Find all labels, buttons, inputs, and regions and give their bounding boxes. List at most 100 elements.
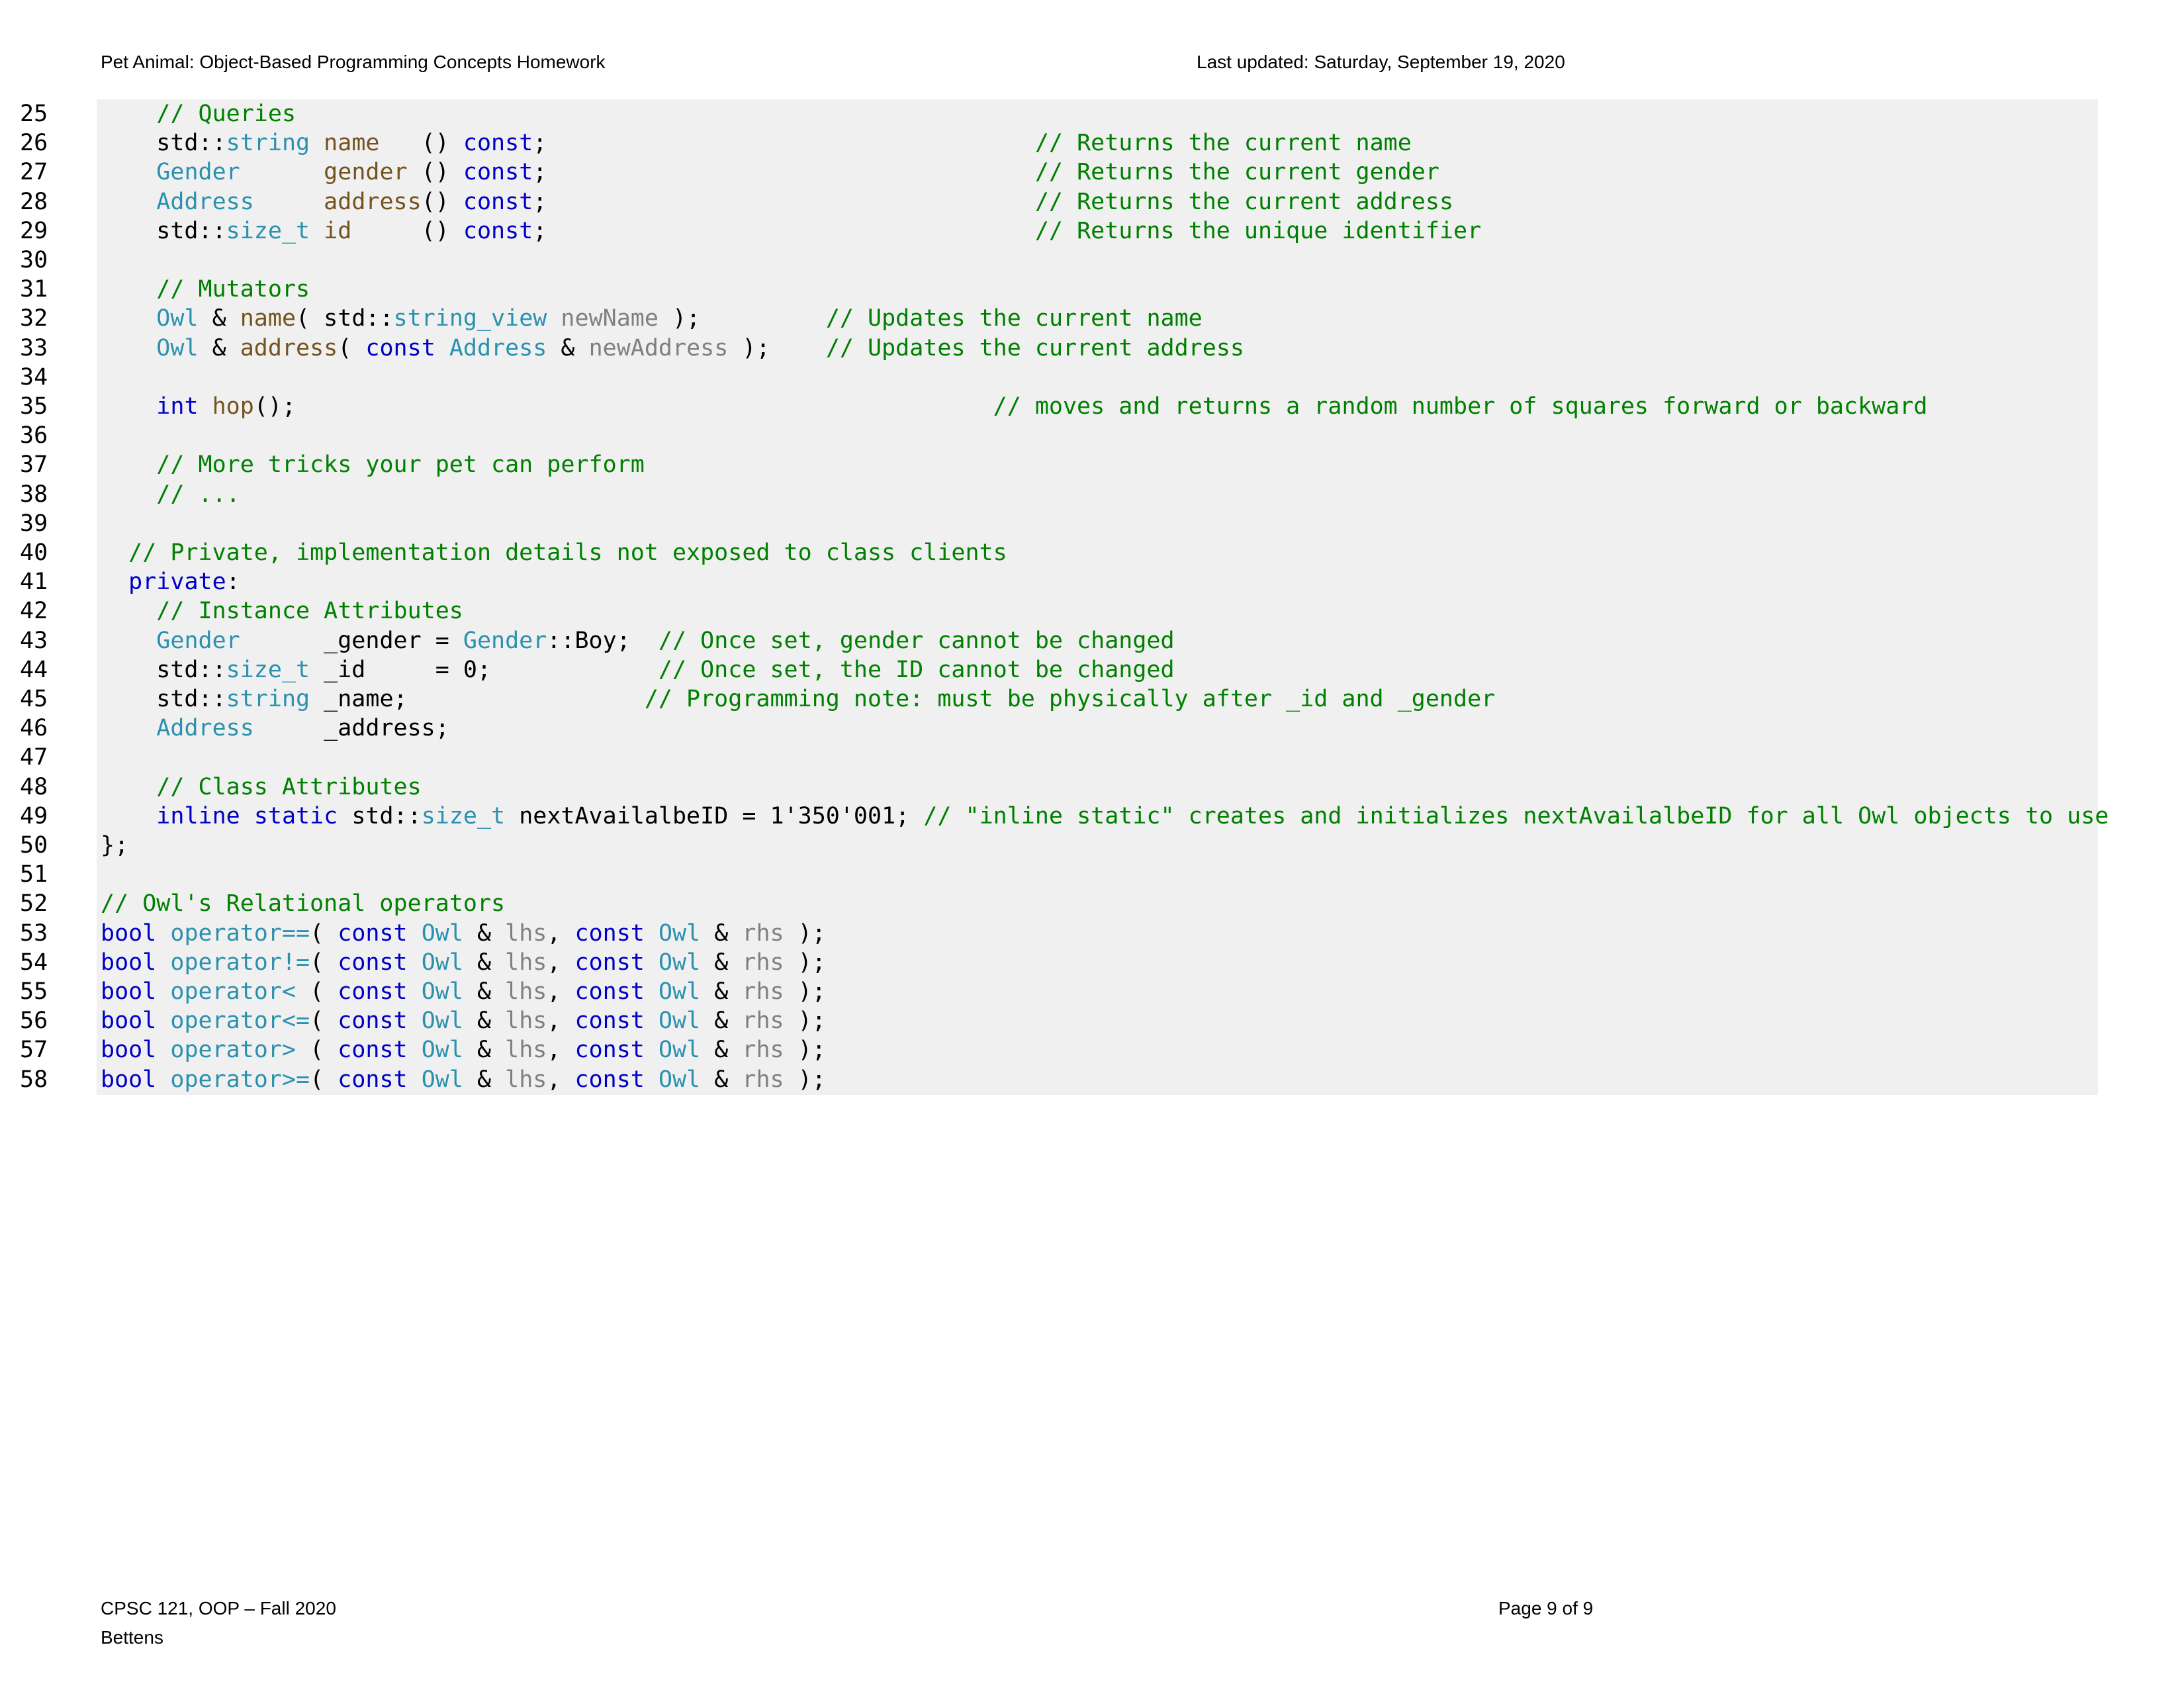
code-line: 28 Address address() const; // Returns t… <box>20 187 2098 216</box>
line-number: 42 <box>20 598 48 625</box>
code-line: 52 // Owl's Relational operators <box>20 889 2098 918</box>
code-token-keyword: const <box>574 1008 645 1035</box>
code-token-type: Gender <box>156 627 240 654</box>
code-token-plain: ( <box>310 919 338 947</box>
code-token-plain: ( <box>310 1008 338 1035</box>
code-token-param: lhs <box>505 1037 547 1064</box>
code-token-param: lhs <box>505 1008 547 1035</box>
code-text: bool operator==( const Owl & lhs, const … <box>101 919 826 948</box>
code-token-func: address <box>324 188 422 215</box>
code-text: Address address() const; // Returns the … <box>101 187 1453 216</box>
code-token-type: Owl <box>156 305 199 332</box>
code-token-type: Address <box>156 715 254 742</box>
code-token-plain: () <box>421 188 463 215</box>
line-number: 35 <box>20 393 48 420</box>
line-number: 31 <box>20 276 48 303</box>
code-token-comment: // Programming note: must be physically … <box>644 686 1496 712</box>
code-line: 45 std::string _name; // Programming not… <box>20 684 2098 714</box>
code-line: 58 bool operator>=( const Owl & lhs, cons… <box>20 1065 2098 1094</box>
code-text: }; <box>101 831 128 860</box>
code-token-type: Gender <box>156 159 240 186</box>
code-token-plain: & <box>547 334 589 361</box>
code-token-plain: ); <box>784 949 826 976</box>
code-token-comment: // Returns the current name <box>1034 130 1412 157</box>
code-line: 26 std::string name () const; // Returns… <box>20 128 2098 158</box>
code-line: 49 inline static std::size_t nextAvailal… <box>20 802 2109 831</box>
code-token-type: Owl <box>421 949 463 976</box>
code-token-comment: // Once set, gender cannot be changed <box>658 627 1175 654</box>
code-token-param: rhs <box>742 978 784 1005</box>
code-token-type: Gender <box>463 627 547 654</box>
code-token-param: rhs <box>742 949 784 976</box>
code-token-type: Owl <box>156 334 199 361</box>
code-line: 50}; <box>20 831 2098 860</box>
code-line: 40 // Private, implementation details no… <box>20 538 2098 567</box>
code-token-type: operator<= <box>170 1008 310 1035</box>
code-line: 37 // More tricks your pet can perform <box>20 450 2098 479</box>
line-number: 51 <box>20 861 48 888</box>
code-token-plain: std:: <box>101 217 226 244</box>
line-number: 44 <box>20 656 48 683</box>
line-number: 45 <box>20 686 48 712</box>
code-token-plain: ); <box>784 1066 826 1093</box>
code-token-func: name <box>324 130 380 157</box>
code-token-plain: _id = 0; <box>310 656 659 683</box>
code-line: 41 private: <box>20 567 2098 596</box>
code-text: Address _address; <box>101 714 449 743</box>
line-number: 36 <box>20 422 48 449</box>
code-token-comment: // Returns the unique identifier <box>1034 217 1482 244</box>
code-text: // Queries <box>101 99 296 128</box>
line-number: 32 <box>20 305 48 332</box>
line-number: 30 <box>20 247 48 273</box>
code-token-comment: // "inline static" creates and initializ… <box>923 802 2109 829</box>
code-token-plain: std:: <box>101 686 226 712</box>
code-token-plain: & <box>463 978 506 1005</box>
code-token-plain: () <box>407 159 463 186</box>
code-line: 56 bool operator<=( const Owl & lhs, cons… <box>20 1006 2098 1035</box>
code-token-type: operator== <box>170 919 310 947</box>
code-token-keyword: const <box>338 919 408 947</box>
code-token-plain: ; <box>533 159 1035 186</box>
code-token-type: operator!= <box>170 949 310 976</box>
code-token-keyword: const <box>463 130 533 157</box>
code-text: std::size_t _id = 0; // Once set, the ID… <box>101 655 1174 684</box>
code-line: 27 Gender gender () const; // Returns th… <box>20 158 2098 187</box>
code-line: 29 std::size_t id () const; // Returns t… <box>20 216 2098 246</box>
code-token-keyword: const <box>463 159 533 186</box>
code-token-keyword: inline <box>156 802 240 829</box>
code-token-keyword: bool <box>101 919 157 947</box>
code-token-plain: std:: <box>101 656 226 683</box>
code-token-type: string <box>226 130 310 157</box>
code-line: 48 // Class Attributes <box>20 773 2098 802</box>
line-number: 39 <box>20 510 48 537</box>
code-token-plain: ); <box>784 1037 826 1064</box>
code-token-plain: , <box>547 1008 575 1035</box>
code-text: bool operator>=( const Owl & lhs, const … <box>101 1065 826 1094</box>
line-number: 40 <box>20 539 48 566</box>
code-token-plain: ); <box>784 919 826 947</box>
code-token-param: lhs <box>505 949 547 976</box>
line-number: 37 <box>20 451 48 479</box>
code-text: // Owl's Relational operators <box>101 889 505 918</box>
code-line: 51 <box>20 860 2098 889</box>
code-token-plain: , <box>547 1037 575 1064</box>
code-line: 30 <box>20 246 2098 275</box>
code-text: // More tricks your pet can perform <box>101 450 645 479</box>
code-token-comment: // Private, implementation details not e… <box>128 539 1007 566</box>
code-token-keyword: const <box>338 1008 408 1035</box>
